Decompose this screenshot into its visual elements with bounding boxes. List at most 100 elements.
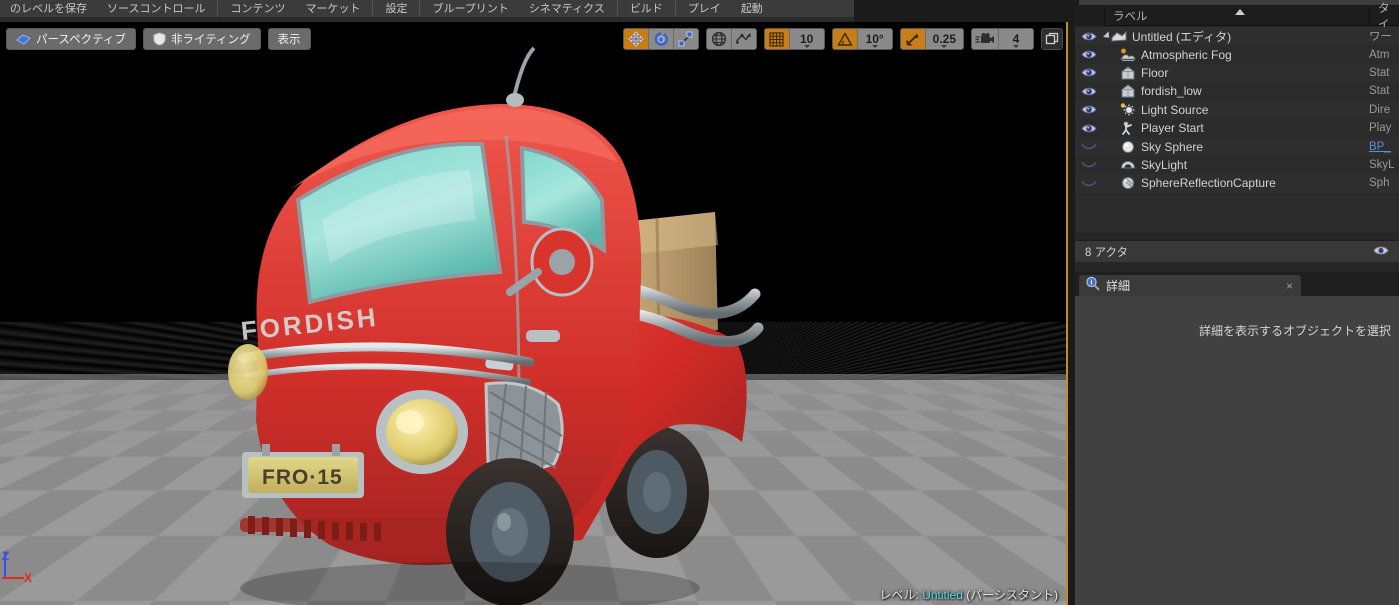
grid-snap-toggle[interactable]: [764, 29, 789, 49]
outliner-row[interactable]: Player Start Play: [1075, 118, 1399, 138]
outliner-row-type: Sph: [1369, 177, 1390, 190]
scale-snap-group: 0.25: [899, 28, 964, 50]
view-mode-button[interactable]: 非ライティング: [142, 28, 261, 50]
camera-mode-button[interactable]: パースペクティブ: [6, 28, 136, 50]
camera-mode-label: パースペクティブ: [36, 34, 126, 46]
camera-speed-group: 4: [971, 28, 1034, 50]
axis-x-line: [2, 577, 24, 579]
maximize-viewport-button[interactable]: [1041, 28, 1063, 50]
level-suffix: (パーシスタント): [966, 588, 1058, 602]
outliner-row-label: Sky Sphere: [1141, 139, 1204, 154]
eye-open-icon[interactable]: [1075, 86, 1103, 97]
rotation-snap-group: 10°: [831, 28, 893, 50]
window-top-filler: [854, 0, 1075, 22]
scale-snap-toggle[interactable]: [900, 29, 925, 49]
outliner-row-label: SkyLight: [1141, 157, 1188, 172]
outliner-visibility-eye-icon[interactable]: [1373, 245, 1389, 259]
grid-snap-group: 10: [763, 28, 825, 50]
main-toolbar: のレベルを保存 ソースコントロール コンテンツ マーケット 設定 ブループリント…: [0, 0, 854, 18]
toolbar-blueprints[interactable]: ブループリント: [422, 0, 518, 17]
rotation-snap-value[interactable]: 10°: [857, 29, 892, 49]
outliner-row[interactable]: SkyLight SkyL: [1075, 155, 1399, 175]
scale-tool-button[interactable]: [673, 29, 698, 49]
shield-icon: [153, 32, 166, 46]
toolbar-source-control[interactable]: ソースコントロール: [97, 0, 215, 17]
world-coordinate-button[interactable]: [706, 29, 731, 49]
eye-closed-icon[interactable]: [1075, 159, 1103, 170]
camera-speed-value[interactable]: 4: [999, 29, 1033, 49]
toolbar-build[interactable]: ビルド: [620, 0, 673, 17]
outliner-row[interactable]: Atmospheric Fog Atm: [1075, 45, 1399, 64]
outliner-row-type: Atm: [1369, 48, 1390, 61]
rotate-tool-button[interactable]: [648, 29, 673, 49]
eye-closed-icon[interactable]: [1075, 141, 1103, 152]
camera-speed-icon-button[interactable]: [972, 29, 998, 49]
outliner-row-type: Dire: [1369, 103, 1391, 116]
perspective-icon: [16, 33, 31, 46]
rotation-snap-toggle[interactable]: [832, 29, 857, 49]
eye-closed-icon[interactable]: [1075, 178, 1103, 189]
eye-open-icon[interactable]: [1075, 49, 1103, 60]
eye-open-icon[interactable]: [1075, 67, 1103, 78]
outliner-visibility-column-header: [1075, 5, 1105, 26]
eye-open-icon: [1081, 32, 1097, 41]
transform-tool-group: [622, 28, 699, 50]
eye-closed-icon: [1081, 144, 1097, 150]
outliner-row[interactable]: SphereReflectionCapture Sph: [1075, 174, 1399, 193]
viewport-axis-gizmo: Z X: [2, 543, 48, 589]
close-icon[interactable]: ×: [1286, 279, 1295, 293]
toolbar-marketplace[interactable]: マーケット: [295, 0, 370, 17]
axis-x-label: X: [24, 571, 33, 585]
chevron-down-icon: [871, 45, 878, 48]
chevron-down-icon: [803, 45, 810, 48]
translate-tool-button[interactable]: [623, 29, 648, 49]
view-mode-label: 非ライティング: [170, 34, 251, 46]
viewport-toolbar-left: パースペクティブ 非ライティング 表示: [6, 28, 311, 50]
eye-open-icon: [1081, 87, 1097, 96]
toolbar-cinematics[interactable]: シネマティクス: [519, 0, 615, 17]
toolbar-save-current-level[interactable]: のレベルを保存: [0, 0, 97, 17]
unreal-editor-window: のレベルを保存 ソースコントロール コンテンツ マーケット 設定 ブループリント…: [0, 0, 1399, 605]
outliner-row-type[interactable]: BP_: [1369, 137, 1399, 155]
outliner-row-label: Player Start: [1141, 121, 1204, 136]
outliner-type-column-header[interactable]: タイ: [1370, 3, 1399, 31]
outliner-row[interactable]: fordish_low Stat: [1075, 82, 1399, 101]
toolbar-content[interactable]: コンテンツ: [220, 0, 295, 17]
fordish-low-mesh[interactable]: FORDISH FRO·15: [170, 40, 810, 605]
surface-snap-button[interactable]: [731, 29, 756, 49]
world-outliner-list[interactable]: Untitled (エディタ) ワー Atmospheric Fog Atm Floor…: [1075, 27, 1399, 233]
license-plate-text: FRO·15: [262, 466, 343, 489]
grid-snap-value[interactable]: 10: [789, 29, 824, 49]
outliner-row[interactable]: Floor Stat: [1075, 63, 1399, 83]
toolbar-play[interactable]: プレイ: [678, 0, 731, 17]
viewport-right-gutter: [1068, 22, 1075, 605]
details-panel-body: 詳細を表示するオブジェクトを選択: [1075, 296, 1399, 605]
grid-snap-value-label: 10: [799, 32, 814, 46]
toolbar-separator: [674, 0, 676, 17]
outliner-row-type: Stat: [1369, 85, 1390, 98]
eye-open-icon[interactable]: [1075, 104, 1103, 115]
toolbar-separator: [419, 0, 421, 17]
outliner-row-type: Stat: [1369, 66, 1390, 79]
svg-text:i: i: [1091, 278, 1093, 286]
toolbar-launch[interactable]: 起動: [731, 0, 773, 17]
level-viewport[interactable]: FORDISH FRO·15 パースペクティブ 非ライティング 表示 10 10…: [0, 22, 1068, 605]
details-icon: i: [1085, 276, 1100, 296]
details-tab-label: 詳細: [1106, 279, 1131, 293]
level-prefix: レベル:: [879, 588, 919, 602]
tab-details[interactable]: i 詳細 ×: [1079, 275, 1301, 296]
outliner-row-label: Floor: [1141, 65, 1169, 80]
scale-snap-value[interactable]: 0.25: [925, 29, 963, 49]
outliner-label-column-header[interactable]: ラベル: [1105, 5, 1370, 26]
eye-open-icon[interactable]: [1075, 123, 1103, 134]
eye-open-icon[interactable]: [1075, 31, 1103, 42]
outliner-row[interactable]: Light Source Dire: [1075, 100, 1399, 119]
toolbar-separator: [217, 0, 219, 17]
playerstart-icon: [1119, 121, 1137, 136]
toolbar-separator: [616, 0, 618, 17]
toolbar-settings[interactable]: 設定: [375, 0, 417, 17]
outliner-row[interactable]: Sky Sphere BP_: [1075, 137, 1399, 156]
outliner-row[interactable]: Untitled (エディタ) ワー: [1075, 27, 1399, 46]
mesh-icon: [1119, 84, 1137, 98]
show-menu-button[interactable]: 表示: [267, 28, 311, 50]
